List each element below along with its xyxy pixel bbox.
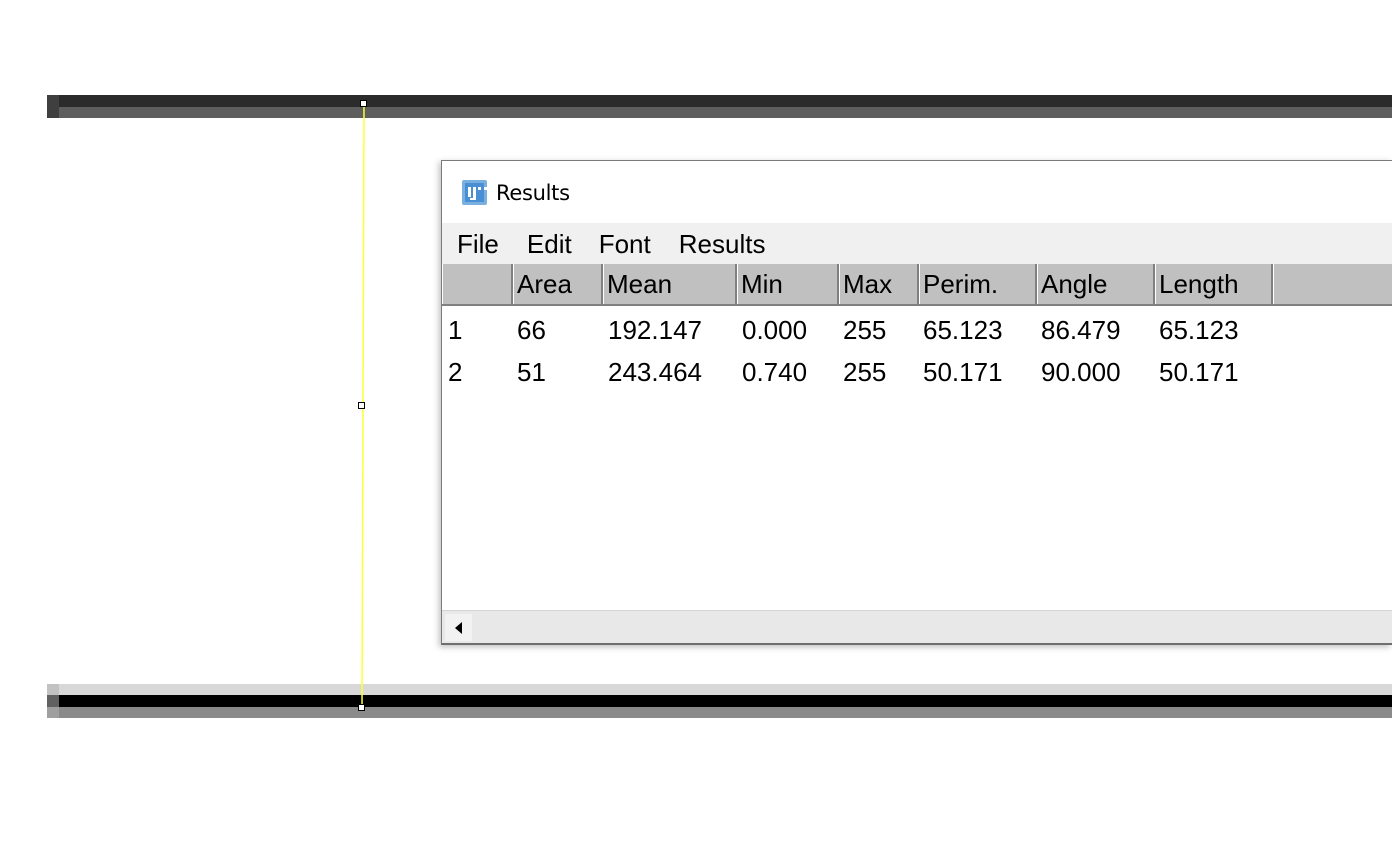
cell-max: 255 <box>843 357 887 387</box>
results-table[interactable]: 1 66 192.147 0.000 255 65.123 86.479 65.… <box>442 306 1392 611</box>
triangle-left-icon <box>454 621 462 634</box>
column-header-min[interactable]: Min <box>737 264 839 304</box>
menu-file[interactable]: File <box>457 227 499 260</box>
cell-length: 50.171 <box>1159 357 1239 387</box>
column-header-perim[interactable]: Perim. <box>919 264 1037 304</box>
scroll-track[interactable] <box>475 614 1392 641</box>
menu-font[interactable]: Font <box>599 227 651 260</box>
table-row[interactable]: 2 51 243.464 0.740 255 50.171 90.000 50.… <box>442 351 1392 393</box>
column-header-mean[interactable]: Mean <box>603 264 737 304</box>
cell-min: 0.000 <box>742 315 808 345</box>
imagej-icon <box>462 180 487 205</box>
column-header-empty <box>1273 264 1392 304</box>
column-header-length[interactable]: Length <box>1155 264 1273 304</box>
cell-angle: 90.000 <box>1041 357 1121 387</box>
cell-max: 255 <box>843 315 887 345</box>
table-header: Area Mean Min Max Perim. Angle Length <box>442 264 1392 306</box>
cell-index: 2 <box>448 357 463 387</box>
results-window: Results File Edit Font Results Area Mean… <box>441 160 1392 645</box>
scroll-left-button[interactable] <box>445 614 472 641</box>
menu-bar: File Edit Font Results <box>442 223 1392 264</box>
column-header-max[interactable]: Max <box>839 264 919 304</box>
column-header-angle[interactable]: Angle <box>1037 264 1155 304</box>
column-header-area[interactable]: Area <box>513 264 603 304</box>
window-title: Results <box>496 181 570 205</box>
horizontal-scrollbar[interactable] <box>442 610 1392 643</box>
cell-perim: 50.171 <box>923 357 1003 387</box>
menu-results[interactable]: Results <box>679 227 766 260</box>
cell-angle: 86.479 <box>1041 315 1121 345</box>
cell-mean: 192.147 <box>608 315 702 345</box>
selection-handle-center[interactable] <box>358 402 365 409</box>
cell-area: 66 <box>517 315 546 345</box>
table-row[interactable]: 1 66 192.147 0.000 255 65.123 86.479 65.… <box>442 309 1392 351</box>
cell-perim: 65.123 <box>923 315 1003 345</box>
cell-min: 0.740 <box>742 357 808 387</box>
column-header-index[interactable] <box>442 264 513 304</box>
cell-area: 51 <box>517 357 546 387</box>
cell-index: 1 <box>448 315 463 345</box>
menu-edit[interactable]: Edit <box>527 227 572 260</box>
cell-length: 65.123 <box>1159 315 1239 345</box>
cell-mean: 243.464 <box>608 357 702 387</box>
selection-handle-end[interactable] <box>358 704 365 711</box>
title-bar[interactable]: Results <box>442 161 1392 223</box>
selection-handle-start[interactable] <box>360 100 367 107</box>
